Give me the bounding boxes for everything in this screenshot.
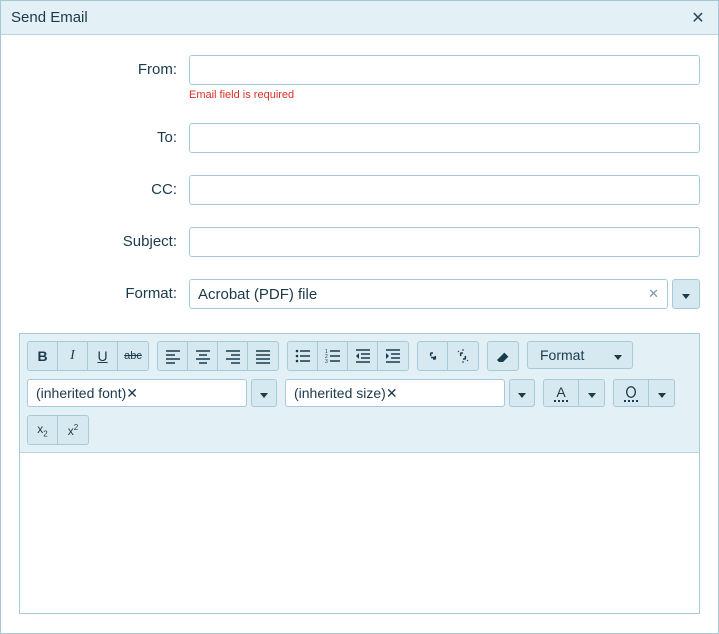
- editor-toolbar: B I U abc: [20, 334, 699, 453]
- align-right-icon: [225, 348, 241, 364]
- outdent-icon: [355, 348, 371, 364]
- subject-input[interactable]: [189, 227, 700, 257]
- send-email-dialog: Send Email ✕ From: Email field is requir…: [0, 0, 719, 634]
- font-family-caret[interactable]: [251, 379, 277, 407]
- label-from: From:: [19, 55, 189, 78]
- row-format: Format: Acrobat (PDF) file ✕: [19, 279, 700, 309]
- label-subject: Subject:: [19, 227, 189, 250]
- list-indent-group: 123: [287, 341, 409, 371]
- svg-text:3: 3: [325, 359, 328, 364]
- strike-button[interactable]: abc: [118, 342, 148, 370]
- label-to: To:: [19, 123, 189, 146]
- font-size-caret[interactable]: [509, 379, 535, 407]
- from-input[interactable]: [189, 55, 700, 85]
- font-clear-icon[interactable]: ✕: [126, 385, 138, 402]
- font-size-combo: (inherited size) ✕: [285, 379, 535, 407]
- format-dropdown[interactable]: Format: [527, 341, 633, 369]
- caret-down-icon: [682, 287, 690, 302]
- cc-input[interactable]: [189, 175, 700, 205]
- eraser-icon: [495, 348, 511, 364]
- row-from: From: Email field is required: [19, 55, 700, 101]
- subscript-button[interactable]: x2: [28, 416, 58, 444]
- unlink-icon: [455, 348, 471, 364]
- italic-icon: I: [70, 348, 75, 364]
- caret-down-icon: [588, 386, 596, 401]
- script-group: x2 x2: [27, 415, 89, 445]
- clear-format-group: [487, 341, 519, 371]
- close-icon: ✕: [691, 8, 704, 28]
- dialog-title: Send Email: [11, 9, 688, 26]
- caret-down-icon: [658, 386, 666, 401]
- font-family-combo: (inherited font) ✕: [27, 379, 277, 407]
- message-body[interactable]: [20, 453, 699, 613]
- format-combo: Acrobat (PDF) file ✕: [189, 279, 700, 309]
- alignment-group: [157, 341, 279, 371]
- indent-icon: [385, 348, 401, 364]
- row-subject: Subject:: [19, 227, 700, 257]
- align-justify-button[interactable]: [248, 342, 278, 370]
- font-family-text[interactable]: (inherited font) ✕: [27, 379, 247, 407]
- format-combo-text[interactable]: Acrobat (PDF) file ✕: [189, 279, 668, 309]
- underline-button[interactable]: U: [88, 342, 118, 370]
- font-size-value: (inherited size): [294, 385, 386, 401]
- font-color-split: A: [543, 379, 605, 407]
- highlight-color-button[interactable]: [614, 380, 648, 406]
- bullet-list-button[interactable]: [288, 342, 318, 370]
- indent-button[interactable]: [378, 342, 408, 370]
- format-dropdown-label: Format: [540, 347, 584, 363]
- highlight-icon: [624, 385, 638, 402]
- strikethrough-icon: abc: [124, 350, 142, 362]
- font-color-button[interactable]: A: [544, 380, 578, 406]
- outdent-button[interactable]: [348, 342, 378, 370]
- numbered-list-button[interactable]: 123: [318, 342, 348, 370]
- align-center-icon: [195, 348, 211, 364]
- italic-button[interactable]: I: [58, 342, 88, 370]
- numbered-list-icon: 123: [325, 348, 341, 364]
- font-size-text[interactable]: (inherited size) ✕: [285, 379, 505, 407]
- label-cc: CC:: [19, 175, 189, 198]
- align-left-button[interactable]: [158, 342, 188, 370]
- format-value: Acrobat (PDF) file: [198, 286, 317, 303]
- font-color-icon: A: [554, 385, 568, 402]
- link-button[interactable]: [418, 342, 448, 370]
- superscript-button[interactable]: x2: [58, 416, 88, 444]
- format-clear-icon[interactable]: ✕: [648, 286, 659, 302]
- to-input[interactable]: [189, 123, 700, 153]
- superscript-icon: x2: [68, 423, 78, 438]
- font-family-value: (inherited font): [36, 385, 126, 401]
- unlink-button[interactable]: [448, 342, 478, 370]
- clear-format-button[interactable]: [488, 342, 518, 370]
- link-icon: [425, 348, 441, 364]
- caret-down-icon: [614, 347, 622, 363]
- align-right-button[interactable]: [218, 342, 248, 370]
- subscript-icon: x2: [37, 422, 47, 438]
- size-clear-icon[interactable]: ✕: [386, 385, 398, 402]
- bold-icon: B: [37, 348, 47, 364]
- align-left-icon: [165, 348, 181, 364]
- format-caret-button[interactable]: [672, 279, 700, 309]
- row-cc: CC:: [19, 175, 700, 205]
- bullet-list-icon: [295, 348, 311, 364]
- link-group: [417, 341, 479, 371]
- message-editor: B I U abc: [19, 333, 700, 614]
- underline-icon: U: [97, 348, 107, 364]
- caret-down-icon: [518, 386, 526, 401]
- highlight-color-caret[interactable]: [648, 380, 674, 406]
- bold-button[interactable]: B: [28, 342, 58, 370]
- caret-down-icon: [260, 386, 268, 401]
- align-center-button[interactable]: [188, 342, 218, 370]
- close-button[interactable]: ✕: [688, 8, 708, 28]
- email-form: From: Email field is required To: CC: Su…: [1, 35, 718, 333]
- align-justify-icon: [255, 348, 271, 364]
- row-to: To:: [19, 123, 700, 153]
- dialog-titlebar: Send Email ✕: [1, 1, 718, 35]
- from-error: Email field is required: [189, 89, 700, 101]
- label-format: Format:: [19, 279, 189, 302]
- highlight-color-split: [613, 379, 675, 407]
- text-style-group: B I U abc: [27, 341, 149, 371]
- font-color-caret[interactable]: [578, 380, 604, 406]
